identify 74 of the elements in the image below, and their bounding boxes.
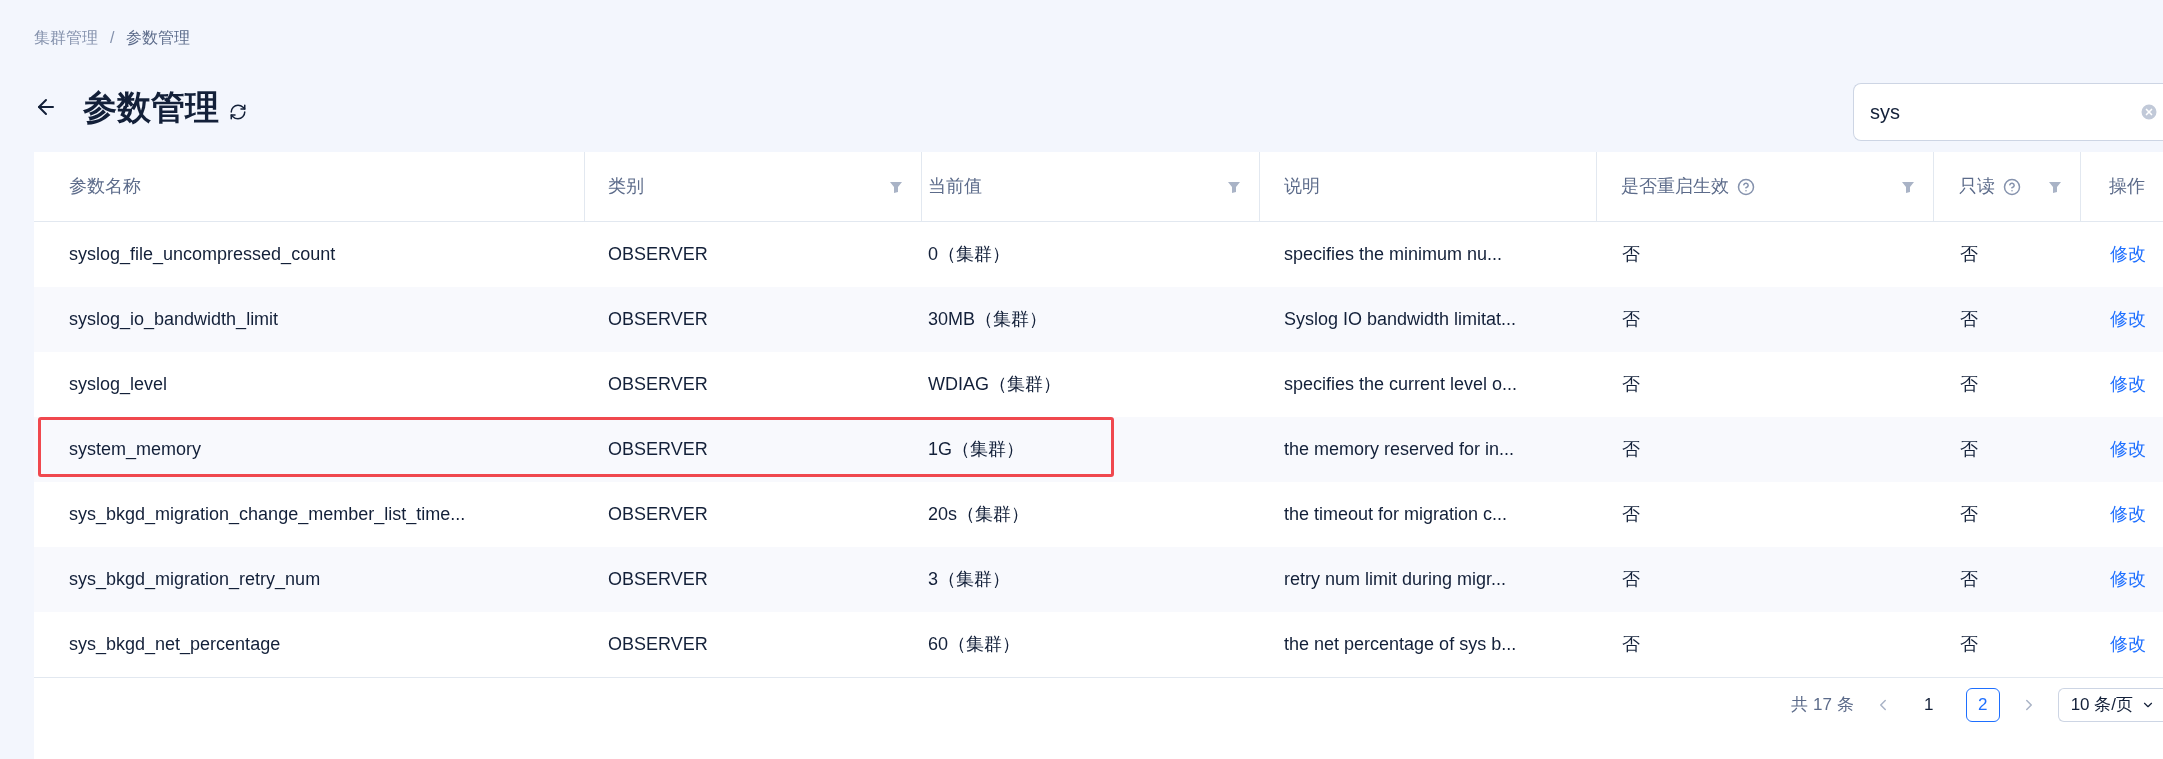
help-icon[interactable] xyxy=(1737,177,1756,196)
filter-icon[interactable] xyxy=(889,179,904,194)
table-cell: OBSERVER xyxy=(608,569,708,589)
page-size-select[interactable]: 10 条/页 xyxy=(2057,688,2163,722)
table-cell: 否 xyxy=(1622,634,1640,654)
table-cell: OBSERVER xyxy=(608,374,708,394)
search-input: sys xyxy=(1870,97,2139,127)
table-cell: 否 xyxy=(1622,569,1640,589)
table-cell: OBSERVER xyxy=(608,439,708,459)
page-title: 参数管理 xyxy=(83,86,219,128)
filter-icon[interactable] xyxy=(2048,179,2062,194)
table-cell: syslog_level xyxy=(69,374,168,394)
column-header: 说明 xyxy=(1283,175,1320,198)
edit-link[interactable]: 修改 xyxy=(2110,569,2146,589)
table-cell: OBSERVER xyxy=(608,309,708,329)
table-cell: 否 xyxy=(1622,244,1640,264)
table-cell: the net percentage of sys b... xyxy=(1284,634,1517,654)
table-cell: 20s（集群） xyxy=(928,504,1030,524)
table-cell: 30MB（集群） xyxy=(928,309,1048,329)
edit-link[interactable]: 修改 xyxy=(2110,244,2146,264)
table-cell: 否 xyxy=(1960,309,1978,329)
table-cell: the memory reserved for in... xyxy=(1284,439,1515,459)
table-cell: 否 xyxy=(1960,244,1978,264)
edit-link[interactable]: 修改 xyxy=(2110,634,2146,654)
table-cell: 1G（集群） xyxy=(928,439,1024,459)
table-cell: Syslog IO bandwidth limitat... xyxy=(1284,309,1517,329)
table-cell: syslog_file_uncompressed_count xyxy=(69,244,336,264)
table-cell: 否 xyxy=(1960,504,1978,524)
table-cell: specifies the minimum nu... xyxy=(1284,244,1503,264)
table-cell: sys_bkgd_migration_retry_num xyxy=(69,569,321,589)
total-count: 共 17 条 xyxy=(1791,694,1854,717)
table-cell: 60（集群） xyxy=(928,634,1021,654)
table-cell: the timeout for migration c... xyxy=(1284,504,1508,524)
breadcrumb-separator: / xyxy=(110,28,115,48)
table-cell: OBSERVER xyxy=(608,504,708,524)
table-cell: OBSERVER xyxy=(608,634,708,654)
table-cell: 否 xyxy=(1960,374,1978,394)
filter-icon[interactable] xyxy=(1226,179,1241,194)
table-cell: 3（集群） xyxy=(928,569,1010,589)
table-cell: sys_bkgd_migration_change_member_list_time... xyxy=(69,504,466,524)
refresh-button[interactable] xyxy=(229,103,247,121)
table-cell: 否 xyxy=(1960,439,1978,459)
column-header: 类别 xyxy=(608,175,645,198)
column-header: 操作 xyxy=(2109,175,2145,198)
help-icon[interactable] xyxy=(2003,177,2022,196)
column-header: 只读 xyxy=(1959,175,1996,198)
table-cell: 否 xyxy=(1622,504,1640,524)
page-button[interactable]: 2 xyxy=(1965,688,2000,722)
table-cell: 否 xyxy=(1960,569,1978,589)
page-button[interactable]: 1 xyxy=(1911,688,1946,722)
table-cell: system_memory xyxy=(69,439,202,459)
table-cell: 否 xyxy=(1622,439,1640,459)
column-header: 参数名称 xyxy=(69,175,141,198)
clear-icon[interactable] xyxy=(2139,102,2159,122)
column-header: 是否重启生效 xyxy=(1621,175,1730,198)
filter-icon[interactable] xyxy=(1901,179,1916,194)
table-cell: OBSERVER xyxy=(608,244,708,264)
table-cell: sys_bkgd_net_percentage xyxy=(69,634,281,654)
column-header: 当前值 xyxy=(928,175,983,198)
table-cell: 0（集群） xyxy=(928,244,1010,264)
breadcrumb-item: 参数管理 xyxy=(126,28,191,48)
edit-link[interactable]: 修改 xyxy=(2110,309,2146,329)
table-cell: retry num limit during migr... xyxy=(1284,569,1507,589)
edit-link[interactable]: 修改 xyxy=(2110,439,2146,459)
table-cell: specifies the current level o... xyxy=(1284,374,1518,394)
table-cell: syslog_io_bandwidth_limit xyxy=(69,309,279,329)
table-cell: WDIAG（集群） xyxy=(928,374,1061,394)
table-cell: 否 xyxy=(1960,634,1978,654)
edit-link[interactable]: 修改 xyxy=(2110,504,2146,524)
breadcrumb-item[interactable]: 集群管理 xyxy=(34,26,98,50)
table-cell: 否 xyxy=(1622,309,1640,329)
search-field[interactable]: sys xyxy=(1853,83,2163,141)
edit-link[interactable]: 修改 xyxy=(2110,374,2146,394)
table-cell: 否 xyxy=(1622,374,1640,394)
